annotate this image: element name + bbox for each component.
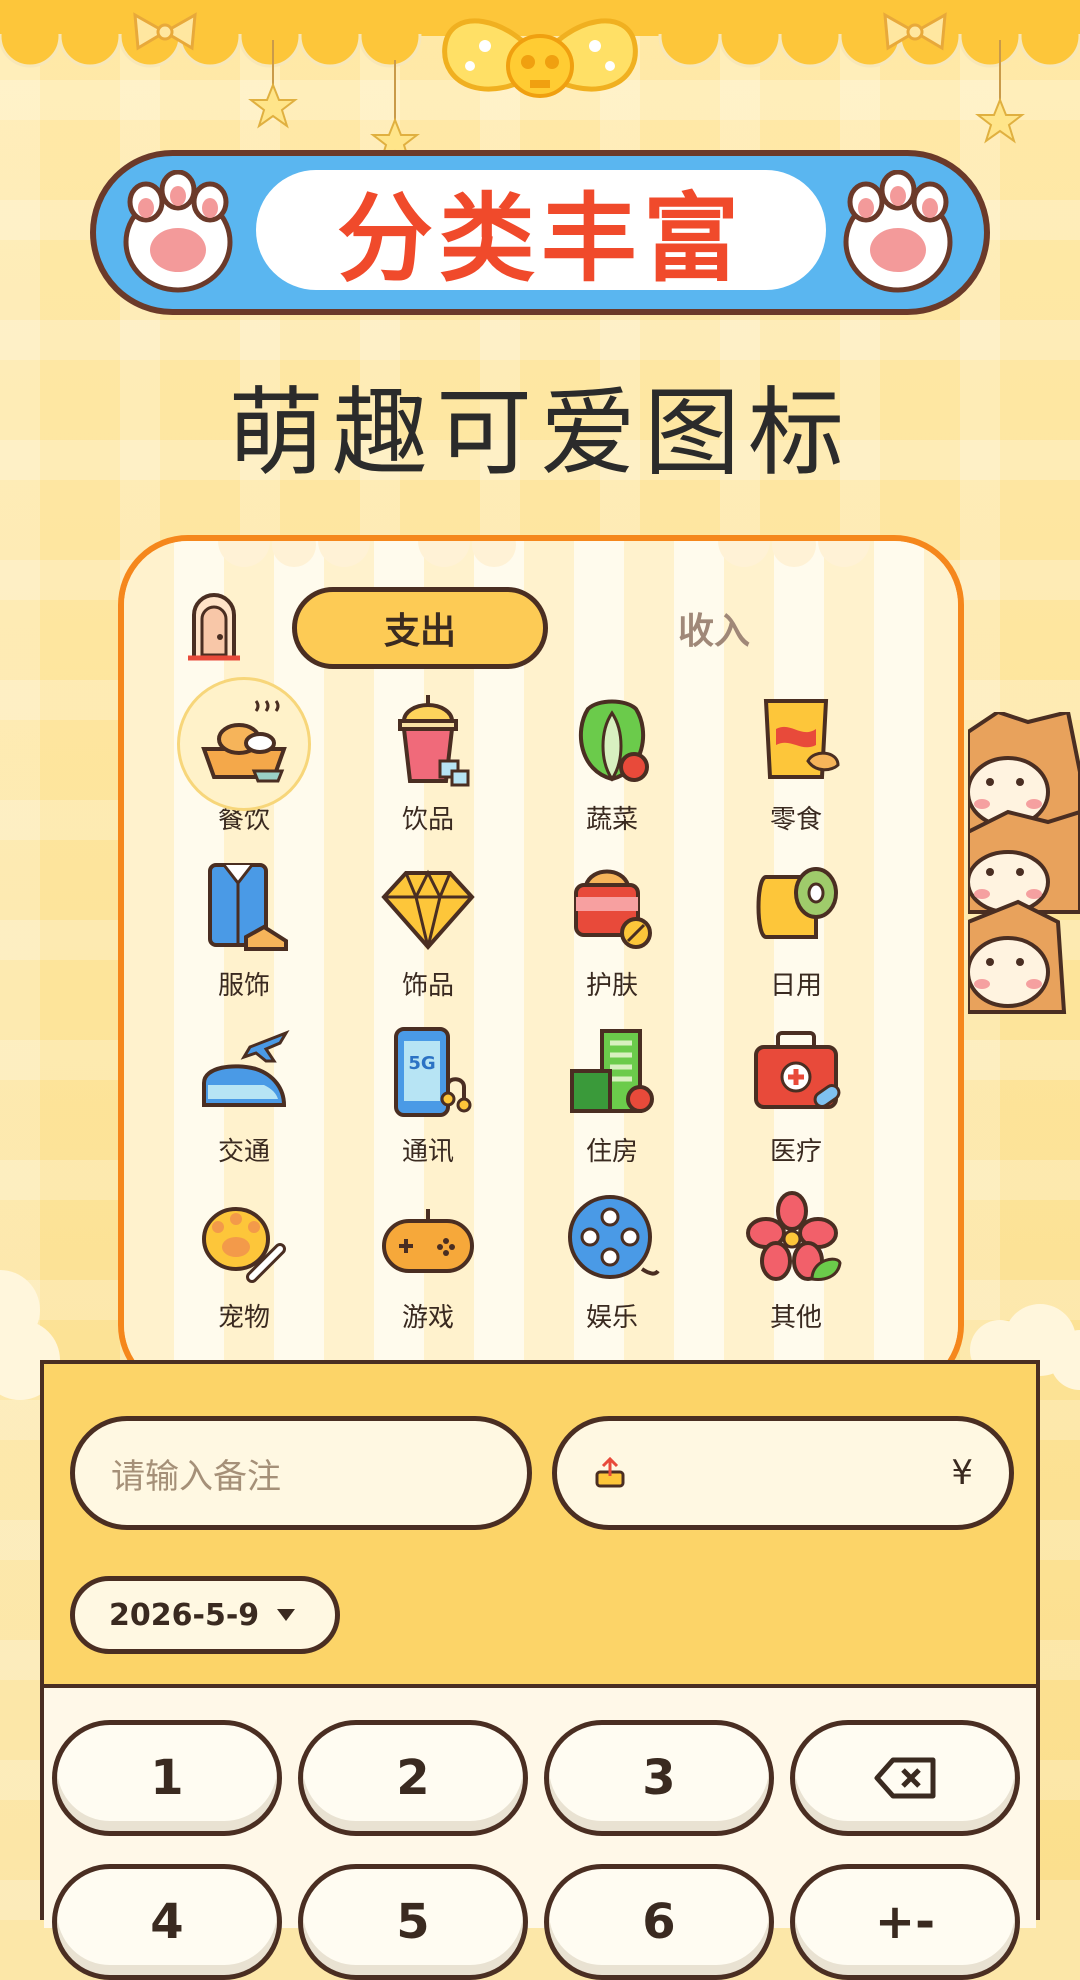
meal-icon: [201, 700, 287, 783]
phone-5g-icon: 5G: [394, 1027, 472, 1117]
backspace-key[interactable]: [790, 1720, 1020, 1836]
vegetable-icon: [578, 699, 649, 782]
date-value: 2026-5-9: [109, 1597, 260, 1633]
tab-expense[interactable]: 支出: [292, 587, 548, 669]
category-transport[interactable]: 交通: [164, 1023, 324, 1183]
category-label: 其他: [769, 1303, 822, 1333]
category-label: 饮品: [401, 805, 454, 835]
cloud-decoration: [218, 541, 870, 567]
entry-panel: 请输入备注 ¥ 2026-5-9 1 2 3 4 5 6 +-: [40, 1360, 1040, 1980]
flower-icon: [746, 1191, 842, 1281]
category-label: 医疗: [769, 1137, 822, 1167]
category-label: 护肤: [585, 971, 638, 1001]
number-keypad: 1 2 3 4 5 6 +-: [44, 1684, 1036, 1980]
category-accessory[interactable]: 饰品: [348, 857, 508, 1017]
category-meal[interactable]: 餐饮: [164, 677, 324, 851]
key-1[interactable]: 1: [52, 1720, 282, 1836]
key-3[interactable]: 3: [544, 1720, 774, 1836]
category-skincare[interactable]: 护肤: [532, 857, 692, 1017]
category-label: 宠物: [217, 1303, 270, 1333]
key-2[interactable]: 2: [298, 1720, 528, 1836]
category-drink[interactable]: 饮品: [348, 691, 508, 851]
category-telecom[interactable]: 5G 通讯: [348, 1023, 508, 1183]
hanging-star-icon: [248, 40, 298, 129]
upload-icon[interactable]: [593, 1456, 627, 1490]
shiba-dog-illustration: [968, 712, 1080, 1014]
category-other[interactable]: 其他: [716, 1189, 876, 1349]
paw-icon: [123, 170, 233, 293]
banner-title: 分类丰富: [337, 182, 745, 295]
paw-bone-icon: [202, 1207, 286, 1283]
category-clothing[interactable]: 服饰: [164, 857, 324, 1017]
category-game[interactable]: 游戏: [348, 1189, 508, 1349]
gamepad-icon: [382, 1209, 474, 1273]
category-label: 游戏: [401, 1303, 454, 1333]
medical-kit-icon: [754, 1031, 841, 1109]
category-label: 娱乐: [585, 1303, 638, 1333]
hanging-star-icon: [975, 40, 1025, 144]
category-medical[interactable]: 医疗: [716, 1023, 876, 1183]
currency-symbol: ¥: [951, 1453, 973, 1493]
title-banner: 分类丰富: [90, 150, 990, 315]
tab-income[interactable]: 收入: [624, 587, 804, 669]
note-input[interactable]: 请输入备注: [70, 1416, 532, 1530]
category-vegetable[interactable]: 蔬菜: [532, 691, 692, 851]
page-subtitle: 萌趣可爱图标: [228, 377, 852, 489]
amount-input[interactable]: ¥: [552, 1416, 1014, 1530]
plus-minus-key[interactable]: +-: [790, 1864, 1020, 1980]
key-4[interactable]: 4: [52, 1864, 282, 1980]
category-label: 住房: [585, 1137, 638, 1167]
clothing-icon: [208, 863, 288, 951]
category-housing[interactable]: 住房: [532, 1023, 692, 1183]
door-icon[interactable]: [184, 593, 244, 663]
backspace-icon: [874, 1757, 936, 1799]
category-pet[interactable]: 宠物: [164, 1189, 324, 1349]
key-6[interactable]: 6: [544, 1864, 774, 1980]
date-picker[interactable]: 2026-5-9: [70, 1576, 340, 1654]
category-daily[interactable]: 日用: [716, 857, 876, 1017]
category-snack[interactable]: 零食: [716, 691, 876, 851]
category-label: 服饰: [217, 971, 270, 1001]
category-label: 零食: [769, 805, 822, 835]
category-card: 支出 收入 餐饮 饮品 蔬菜 零食 服饰 饰品 护肤 日用 交通 5G 通讯 住…: [118, 535, 964, 1395]
dropdown-triangle-icon: [277, 1609, 296, 1621]
category-label: 交通: [217, 1137, 270, 1167]
tissue-roll-icon: [756, 867, 838, 939]
bow-icon: [883, 12, 947, 51]
skincare-icon: [574, 869, 652, 949]
paw-icon: [843, 170, 953, 293]
skull-bow-icon: [442, 18, 638, 98]
key-5[interactable]: 5: [298, 1864, 528, 1980]
snack-icon: [763, 699, 840, 779]
category-label: 蔬菜: [585, 805, 638, 835]
diamond-icon: [381, 869, 475, 951]
svg-text:5G: 5G: [408, 1053, 435, 1074]
building-icon: [570, 1029, 654, 1113]
banner-title-box: 分类丰富: [256, 170, 826, 295]
drink-icon: [398, 695, 470, 787]
bow-icon: [133, 12, 197, 51]
category-entertainment[interactable]: 娱乐: [532, 1189, 692, 1349]
category-label: 日用: [769, 971, 822, 1001]
category-label: 通讯: [401, 1137, 454, 1167]
category-label: 饰品: [401, 971, 454, 1001]
film-reel-icon: [568, 1195, 660, 1279]
train-plane-icon: [202, 1030, 290, 1107]
